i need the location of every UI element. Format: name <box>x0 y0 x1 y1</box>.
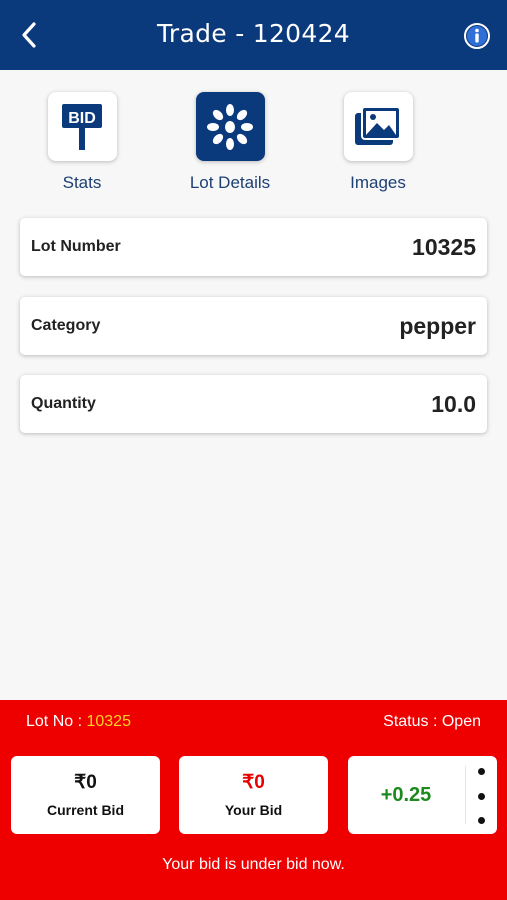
current-bid-box: ₹0 Current Bid <box>11 756 160 834</box>
category-row: Category pepper <box>20 297 487 355</box>
app-header: Trade - 120424 <box>0 0 507 70</box>
page-title: Trade - 120424 <box>157 19 350 48</box>
status-text: Status : Open <box>383 713 481 730</box>
lot-prefix: Lot No : <box>26 713 87 730</box>
tab-lot-details[interactable]: Lot Details <box>165 92 295 193</box>
seeds-icon <box>207 103 253 150</box>
bid-status-message: Your bid is under bid now. <box>162 856 345 873</box>
lot-number-label: Lot Number <box>31 238 121 255</box>
increment-box[interactable]: +0.25 <box>348 756 497 834</box>
tab-stats-tile: BID <box>47 92 117 161</box>
category-label: Category <box>31 317 101 334</box>
tab-stats-label: Stats <box>62 173 102 192</box>
dot-icon <box>477 792 485 800</box>
images-icon <box>355 105 401 145</box>
tab-images[interactable]: Images <box>313 92 443 193</box>
increment-button[interactable]: +0.25 <box>348 784 464 807</box>
quantity-row: Quantity 10.0 <box>20 375 487 433</box>
more-options-button[interactable] <box>472 768 490 824</box>
increment-divider <box>465 766 466 824</box>
quantity-label: Quantity <box>31 395 96 412</box>
lot-number-row: Lot Number 10325 <box>20 218 487 276</box>
tab-stats[interactable]: BID Stats <box>17 92 147 193</box>
tab-lot-details-tile <box>195 92 265 161</box>
your-bid-label: Your Bid <box>224 802 283 818</box>
tab-images-label: Images <box>350 173 406 192</box>
dot-icon <box>477 768 485 775</box>
info-button[interactable] <box>463 22 491 50</box>
your-bid-amount: ₹0 <box>242 772 265 793</box>
lot-number-value: 10325 <box>412 233 476 260</box>
lot-number-highlight: 10325 <box>86 713 131 730</box>
category-value: pepper <box>399 312 476 339</box>
your-bid-box[interactable]: ₹0 Your Bid <box>179 756 328 834</box>
footer-lot-number: Lot No : 10325 <box>26 713 131 731</box>
bid-panel: Lot No : 10325 Status : Open ₹0 Current … <box>0 700 507 900</box>
quantity-value: 10.0 <box>431 390 476 417</box>
current-bid-amount: ₹0 <box>74 772 97 793</box>
current-bid-label: Current Bid <box>47 802 124 818</box>
tab-lot-details-label: Lot Details <box>189 173 271 192</box>
info-icon <box>464 23 490 49</box>
svg-text:BID: BID <box>68 110 96 127</box>
tab-images-tile <box>343 92 413 161</box>
bid-sign-icon: BID <box>62 103 102 150</box>
section-tabs: BID Stats Lot Details Images <box>0 92 507 202</box>
dot-icon <box>477 817 485 824</box>
